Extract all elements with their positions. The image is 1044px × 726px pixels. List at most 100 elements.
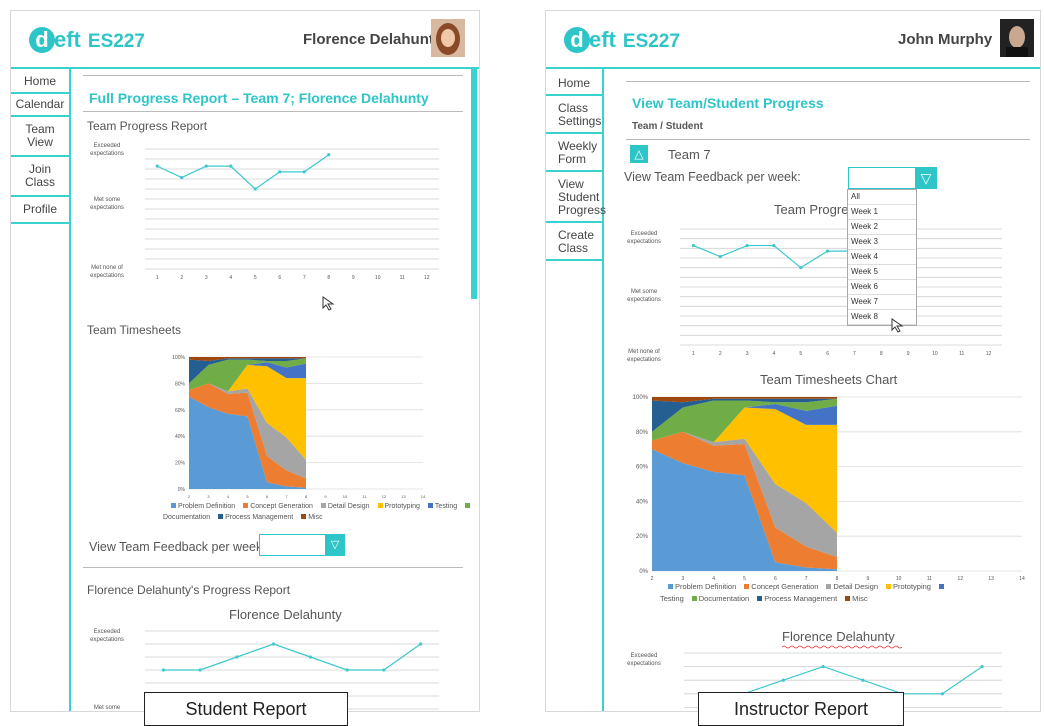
sidebar-nav: Home Class Settings Weekly Form View Stu… xyxy=(546,69,606,711)
legend-label: Process Management xyxy=(764,594,838,603)
legend-label: Misc xyxy=(308,514,323,521)
legend-label: Prototyping xyxy=(384,503,420,510)
sidebar-nav: Home Calendar Team View Join Class Profi… xyxy=(11,69,71,711)
y-level-label: Met some xyxy=(631,289,658,295)
collapse-team-icon[interactable]: △ xyxy=(630,145,648,163)
divider xyxy=(83,567,463,568)
dropdown-option[interactable]: Week 4 xyxy=(848,250,916,265)
y-level-label: expectations xyxy=(90,637,124,643)
data-point xyxy=(691,243,696,248)
timesheets-legend: Problem Definition Concept Generation Deta… xyxy=(163,501,473,523)
x-tick-label: 6 xyxy=(826,351,829,357)
legend-swatch xyxy=(427,503,433,508)
legend-label: Documentation xyxy=(698,594,750,603)
nav-weekly-form[interactable]: Weekly Form xyxy=(546,134,602,172)
divider xyxy=(626,139,1030,140)
data-point xyxy=(308,655,312,659)
dropdown-option[interactable]: Week 3 xyxy=(848,235,916,250)
data-point xyxy=(253,187,257,191)
team-progress-heading: Team Progre xyxy=(774,202,849,217)
x-tick-label: 2 xyxy=(180,275,183,281)
divider xyxy=(83,75,463,76)
legend-swatch xyxy=(243,503,249,508)
x-tick-label: 10 xyxy=(343,494,348,499)
y-level-label: Met some xyxy=(94,197,121,203)
x-tick-label: 3 xyxy=(207,494,210,499)
x-tick-label: 11 xyxy=(362,494,367,499)
nav-profile[interactable]: Profile xyxy=(11,197,69,224)
course-code: ES227 xyxy=(622,31,680,52)
data-point xyxy=(180,175,184,180)
nav-team-view[interactable]: Team View xyxy=(11,117,69,157)
legend-label: Testing xyxy=(660,594,684,603)
nav-class-settings[interactable]: Class Settings xyxy=(546,96,602,134)
dropdown-option[interactable]: Week 1 xyxy=(848,205,916,220)
user-name: Florence Delahunty xyxy=(303,31,443,48)
logo-text: eft xyxy=(589,27,616,52)
dropdown-option[interactable]: Week 6 xyxy=(848,280,916,295)
timesheets-heading: Team Timesheets xyxy=(87,323,182,337)
y-tick-label: 40% xyxy=(636,499,649,505)
dropdown-option[interactable]: All xyxy=(848,190,916,205)
y-tick-label: 0% xyxy=(639,569,648,575)
nav-home[interactable]: Home xyxy=(546,69,602,96)
nav-calendar[interactable]: Calendar xyxy=(11,94,69,117)
legend-label: Misc xyxy=(852,594,868,603)
student-report-caption: Student Report xyxy=(144,692,348,726)
x-tick-label: 6 xyxy=(266,494,269,499)
week-select[interactable] xyxy=(848,167,916,189)
course-code: ES227 xyxy=(87,31,145,52)
chevron-down-icon[interactable]: ▽ xyxy=(915,167,937,189)
team-timesheets-chart: 0%20%40%60%80%100%2 3 4 5 6 7 8 9 10 11 12 13 14 xyxy=(633,395,1025,582)
logo-mark: d xyxy=(564,27,590,53)
avatar[interactable] xyxy=(431,19,465,57)
app-logo[interactable]: d eft ES227 xyxy=(564,25,680,55)
x-tick-label: 9 xyxy=(352,275,355,281)
legend-swatch xyxy=(320,503,326,508)
y-tick-label: 0% xyxy=(178,487,186,493)
nav-view-student-progress[interactable]: View Student Progress xyxy=(546,172,606,223)
x-tick-label: 8 xyxy=(305,494,308,499)
dropdown-option[interactable]: Week 2 xyxy=(848,220,916,235)
breadcrumb: Team / Student xyxy=(632,121,703,132)
legend-label: Detail Design xyxy=(327,503,370,510)
x-tick-label: 3 xyxy=(746,351,749,357)
week-select[interactable] xyxy=(259,534,327,556)
x-tick-label: 5 xyxy=(246,494,249,499)
data-point xyxy=(940,692,944,696)
y-level-label: Met none of xyxy=(91,265,123,271)
nav-join-class[interactable]: Join Class xyxy=(11,157,69,197)
app-header: d eft ES227 Florence Delahunty xyxy=(11,11,479,69)
data-point xyxy=(781,678,785,682)
legend-swatch xyxy=(218,514,224,519)
scrollbar[interactable] xyxy=(471,69,477,299)
team-progress-heading: Team Progress Report xyxy=(87,119,208,133)
x-tick-label: 7 xyxy=(303,275,306,281)
y-tick-label: 20% xyxy=(175,461,186,467)
x-tick-label: 1 xyxy=(156,275,159,281)
x-tick-label: 8 xyxy=(880,351,883,357)
legend-swatch xyxy=(757,596,763,601)
nav-create-class[interactable]: Create Class xyxy=(546,223,602,261)
data-point xyxy=(327,153,331,157)
student-report-panel: d eft ES227 Florence Delahunty Home Cale… xyxy=(10,10,480,712)
data-point xyxy=(272,642,276,646)
app-header: d eft ES227 John Murphy xyxy=(546,11,1040,69)
chevron-down-icon[interactable]: ▽ xyxy=(325,534,345,556)
data-point xyxy=(821,665,825,669)
page-title: Full Progress Report – Team 7; Florence … xyxy=(89,90,429,106)
legend-label: Testing xyxy=(434,503,458,510)
data-point xyxy=(229,164,233,168)
week-dropdown-menu: All Week 1 Week 2 Week 3 Week 4 Week 5 Week 6W… xyxy=(847,189,917,326)
legend-swatch xyxy=(171,503,176,508)
data-point xyxy=(382,668,386,672)
avatar[interactable] xyxy=(1000,19,1034,57)
data-point xyxy=(235,655,239,659)
y-level-label: Met none of xyxy=(628,349,660,355)
nav-home[interactable]: Home xyxy=(11,69,69,94)
legend-label: Concept Generation xyxy=(751,582,819,591)
dropdown-option[interactable]: Week 7 xyxy=(848,295,916,310)
y-tick-label: 60% xyxy=(636,465,649,471)
dropdown-option[interactable]: Week 5 xyxy=(848,265,916,280)
app-logo[interactable]: d eft ES227 xyxy=(29,25,145,55)
